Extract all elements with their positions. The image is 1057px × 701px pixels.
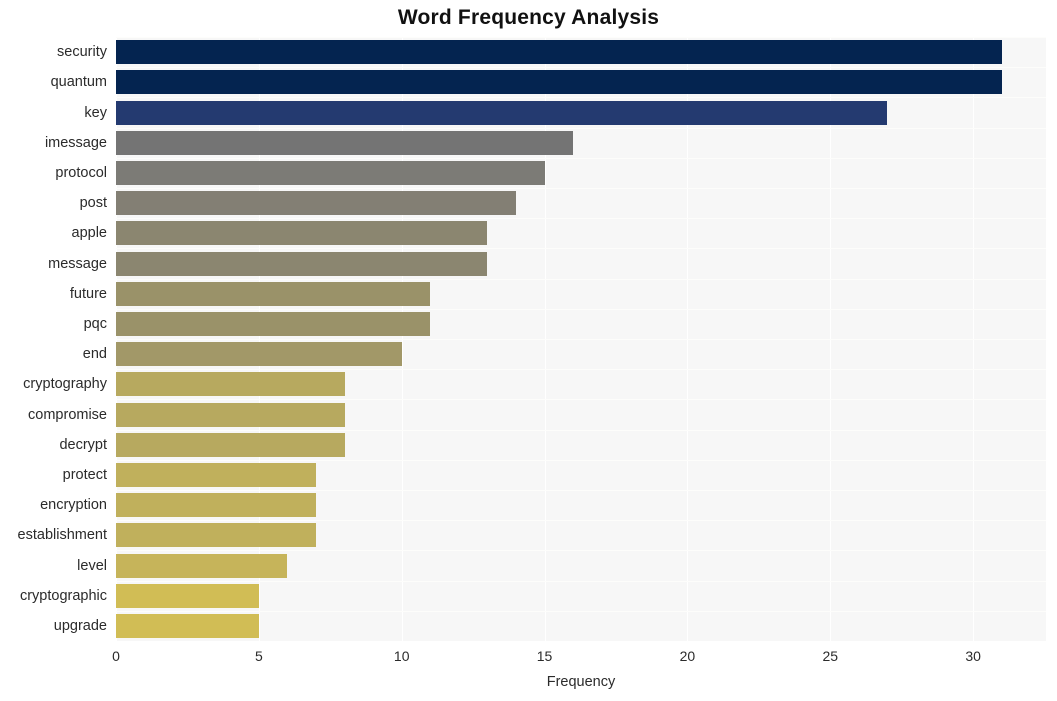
bar-fill (116, 493, 316, 518)
bar-fill (116, 191, 516, 216)
gridline-horizontal (116, 218, 1046, 219)
bar-fill (116, 40, 1002, 65)
bar[interactable] (116, 70, 1002, 95)
bar[interactable] (116, 281, 431, 306)
bar[interactable] (116, 523, 316, 548)
gridline-horizontal (116, 248, 1046, 249)
bar-fill (116, 583, 259, 608)
x-tick-label: 20 (679, 648, 696, 664)
y-tick-label: protocol (55, 164, 107, 181)
gridline-horizontal (116, 611, 1046, 612)
gridline-horizontal (116, 581, 1046, 582)
y-tick-label: post (79, 195, 107, 212)
y-tick-label: cryptography (23, 376, 107, 393)
bar-fill (116, 372, 345, 397)
bar[interactable] (116, 191, 516, 216)
bar[interactable] (116, 462, 316, 487)
bar-fill (116, 462, 316, 487)
bar[interactable] (116, 372, 345, 397)
y-tick-label: upgrade (53, 617, 107, 634)
y-tick-label: compromise (28, 406, 107, 423)
bar[interactable] (116, 130, 574, 155)
gridline-horizontal (116, 97, 1046, 98)
gridline-horizontal (116, 158, 1046, 159)
gridline-horizontal (116, 490, 1046, 491)
gridline-horizontal (116, 520, 1046, 521)
x-tick-label: 15 (536, 648, 553, 664)
bar[interactable] (116, 342, 402, 367)
bar-fill (116, 342, 402, 367)
y-tick-label: end (82, 346, 107, 363)
bar[interactable] (116, 583, 259, 608)
bar-fill (116, 432, 345, 457)
y-tick-label: message (48, 255, 107, 272)
bar[interactable] (116, 493, 316, 518)
bar[interactable] (116, 553, 288, 578)
x-tick-label: 0 (112, 648, 120, 664)
x-tick-label: 25 (822, 648, 839, 664)
y-tick-label: decrypt (59, 436, 107, 453)
gridline-horizontal (116, 188, 1046, 189)
gridline-horizontal (116, 460, 1046, 461)
y-tick-label: quantum (50, 74, 107, 91)
y-tick-label: key (84, 104, 107, 121)
y-tick-label: pqc (83, 315, 107, 332)
gridline-horizontal (116, 430, 1046, 431)
bar[interactable] (116, 100, 888, 125)
chart-figure: Word Frequency Analysis security quantum k… (0, 0, 1057, 701)
gridline-horizontal (116, 399, 1046, 400)
gridline-horizontal (116, 279, 1046, 280)
bar[interactable] (116, 40, 1002, 65)
x-tick-label: 30 (965, 648, 981, 664)
y-tick-label: imessage (44, 134, 107, 151)
x-tick-label: 10 (393, 648, 410, 664)
y-tick-label: security (57, 44, 107, 61)
y-tick-label: apple (71, 225, 107, 242)
bar[interactable] (116, 251, 488, 276)
chart-title: Word Frequency Analysis (397, 6, 660, 29)
y-tick-label: cryptographic (19, 587, 107, 604)
bar[interactable] (116, 402, 345, 427)
y-tick-label: establishment (17, 527, 107, 544)
bar-fill (116, 553, 288, 578)
gridline-horizontal (116, 37, 1046, 38)
bar-fill (116, 160, 545, 185)
bar-fill (116, 130, 574, 155)
bar[interactable] (116, 160, 545, 185)
x-tick-label: 5 (254, 648, 263, 664)
bar[interactable] (116, 311, 431, 336)
bar-fill (116, 613, 259, 638)
bar[interactable] (116, 432, 345, 457)
y-tick-label: level (77, 557, 107, 574)
plot-area (116, 37, 1046, 641)
y-tick-label: protect (62, 466, 107, 483)
bar[interactable] (116, 221, 488, 246)
y-tick-label: encryption (40, 497, 107, 514)
gridline-horizontal (116, 309, 1046, 310)
y-tick-label: future (69, 285, 107, 302)
x-axis-title: Frequency (546, 674, 616, 690)
gridline-horizontal (116, 369, 1046, 370)
bar-fill (116, 311, 431, 336)
bar-fill (116, 221, 488, 246)
bar[interactable] (116, 613, 259, 638)
bar-fill (116, 70, 1002, 95)
bar-fill (116, 281, 431, 306)
bar-fill (116, 251, 488, 276)
bar-fill (116, 100, 888, 125)
bar-fill (116, 402, 345, 427)
gridline-horizontal (116, 67, 1046, 68)
gridline-horizontal (116, 128, 1046, 129)
gridline-horizontal (116, 339, 1046, 340)
gridline-horizontal (116, 550, 1046, 551)
bar-fill (116, 523, 316, 548)
